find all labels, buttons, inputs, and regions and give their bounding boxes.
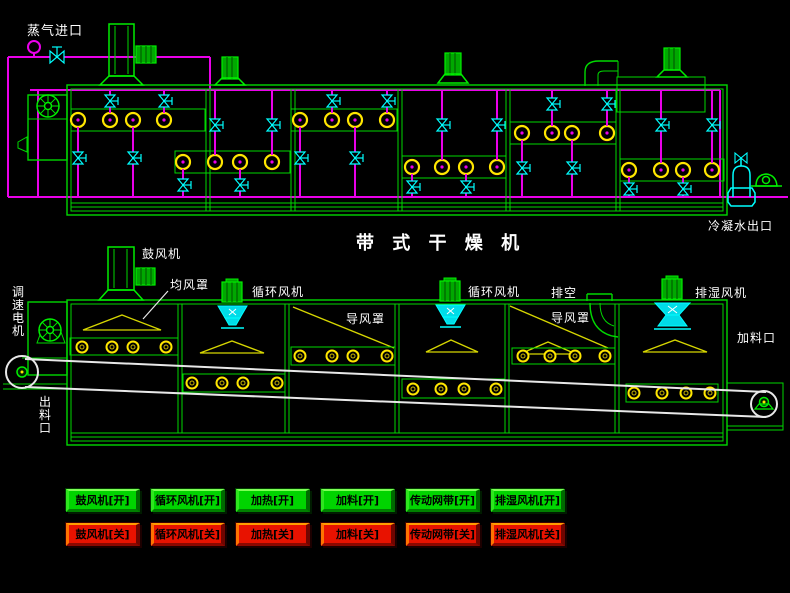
dehumidifying-fan-label: 排湿风机 bbox=[695, 284, 747, 301]
dehumidifying-fan-unit bbox=[654, 276, 691, 329]
discharge-pulley-icon bbox=[17, 367, 27, 377]
dehumidifying-fan-on-button[interactable]: 排湿风机[开] bbox=[491, 489, 565, 512]
top-machine-frame bbox=[18, 85, 727, 215]
top-left-fan-icon bbox=[37, 95, 59, 117]
speed-motor-label: 调速电机 bbox=[12, 286, 26, 338]
heating-off-button[interactable]: 加热[关] bbox=[236, 523, 310, 546]
condensate-outlet-label: 冷凝水出口 bbox=[708, 217, 773, 234]
belt-dryer-hmi-screen: 蒸气进口 冷凝水出口 带 式 干 燥 机 鼓风机 均风罩 循环风机 导风罩 循环… bbox=[0, 0, 790, 593]
circulating-fan-left-label: 循环风机 bbox=[252, 283, 304, 300]
conveyor-belt-off-button[interactable]: 传动网带[关] bbox=[406, 523, 480, 546]
blower-label: 鼓风机 bbox=[142, 245, 181, 262]
feeding-on-button[interactable]: 加料[开] bbox=[321, 489, 395, 512]
circulating-fan-off-button[interactable]: 循环风机[关] bbox=[151, 523, 225, 546]
top-blower-chimney bbox=[100, 24, 156, 85]
feed-pulley-icon bbox=[755, 398, 773, 410]
steam-inlet-label: 蒸气进口 bbox=[27, 20, 83, 39]
speed-motor-icon bbox=[39, 319, 61, 341]
blower-on-button[interactable]: 鼓风机[开] bbox=[66, 489, 140, 512]
pressure-gauge-icon bbox=[28, 41, 40, 53]
conveyor-belt-on-button[interactable]: 传动网带[开] bbox=[406, 489, 480, 512]
circulating-fan-right-label: 循环风机 bbox=[468, 283, 520, 300]
circulating-fan-on-button[interactable]: 循环风机[开] bbox=[151, 489, 225, 512]
condensate-pump-icon bbox=[751, 174, 782, 186]
feed-inlet-label: 加料口 bbox=[737, 329, 776, 346]
air-guide-hood-right-label: 导风罩 bbox=[551, 309, 590, 326]
heating-on-button[interactable]: 加热[开] bbox=[236, 489, 310, 512]
steam-inlet-valve-icon bbox=[50, 47, 64, 63]
hood-leader-line bbox=[143, 291, 168, 319]
top-duct-elbow bbox=[585, 61, 705, 112]
page-title: 带 式 干 燥 机 bbox=[356, 229, 525, 255]
feeding-off-button[interactable]: 加料[关] bbox=[321, 523, 395, 546]
blower-off-button[interactable]: 鼓风机[关] bbox=[66, 523, 140, 546]
pipe-fittings bbox=[71, 113, 719, 177]
discharge-outlet-label: 出料口 bbox=[39, 396, 53, 435]
dehumidifying-fan-off-button[interactable]: 排湿风机[关] bbox=[491, 523, 565, 546]
vent-label: 排空 bbox=[551, 284, 577, 301]
top-roof-stacks bbox=[215, 48, 687, 85]
circulating-fan-unit-right bbox=[436, 278, 465, 327]
air-guide-hood-left-label: 导风罩 bbox=[346, 310, 385, 327]
belt-rollers bbox=[77, 342, 716, 399]
air-equalizing-hood-label: 均风罩 bbox=[170, 276, 209, 293]
condensate-trap-assembly bbox=[728, 153, 782, 206]
